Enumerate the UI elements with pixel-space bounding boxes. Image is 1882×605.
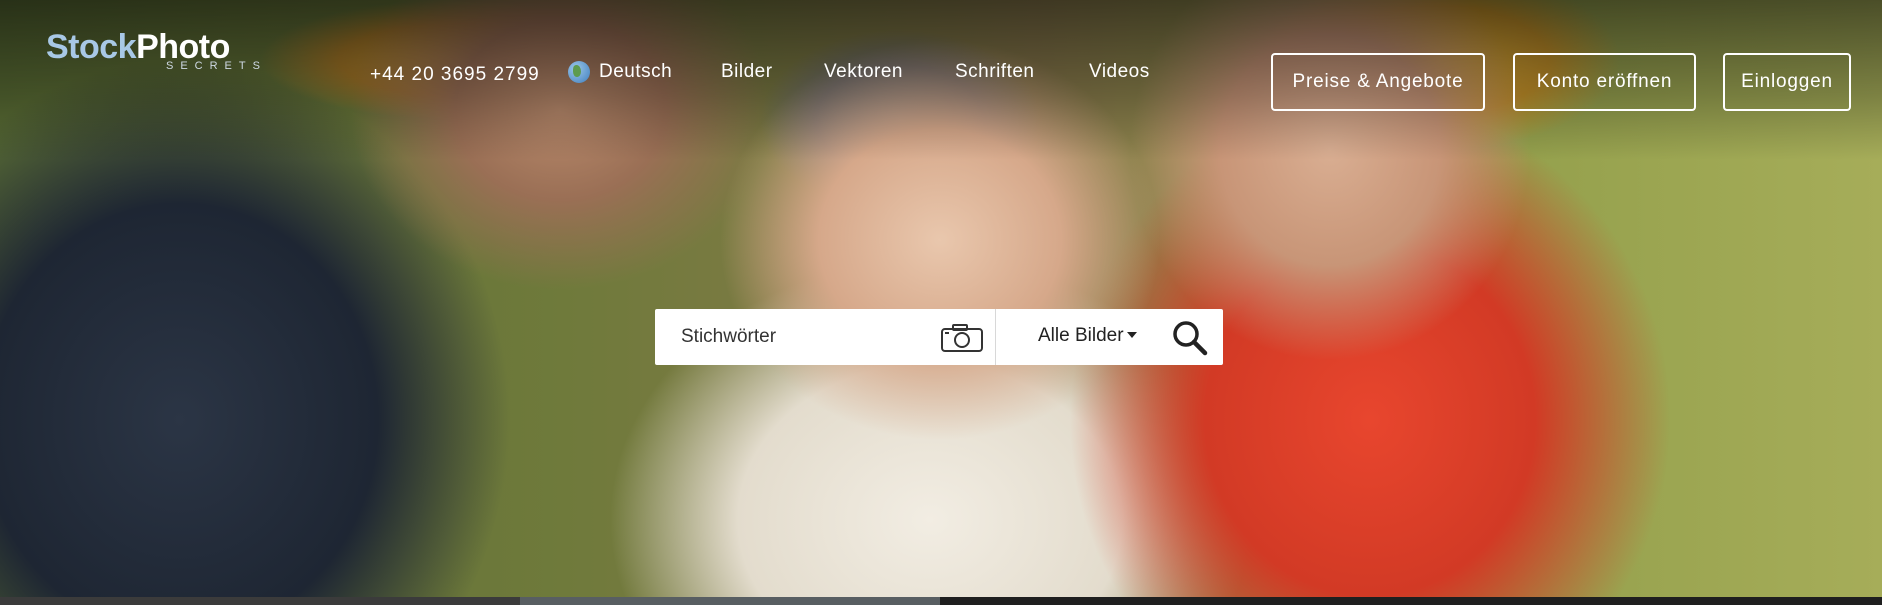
globe-icon bbox=[568, 61, 590, 83]
dropdown-value: Alle Bilder bbox=[1038, 325, 1124, 346]
logo[interactable]: StockPhoto SECRETS bbox=[46, 30, 267, 72]
pricing-button[interactable]: Preise & Angebote bbox=[1271, 53, 1485, 111]
search-bar: Alle Bilder bbox=[655, 309, 1223, 365]
nav-link-schriften[interactable]: Schriften bbox=[955, 61, 1034, 83]
bottom-strip bbox=[0, 597, 1882, 605]
search-icon[interactable] bbox=[1171, 319, 1209, 362]
phone-number[interactable]: +44 20 3695 2799 bbox=[370, 64, 540, 86]
image-type-dropdown[interactable]: Alle Bilder bbox=[1038, 325, 1137, 347]
logo-stock: Stock bbox=[46, 28, 137, 66]
nav-link-bilder[interactable]: Bilder bbox=[721, 61, 773, 83]
nav-link-vektoren[interactable]: Vektoren bbox=[824, 61, 903, 83]
search-divider bbox=[995, 309, 996, 365]
nav-link-videos[interactable]: Videos bbox=[1089, 61, 1150, 83]
language-selector[interactable]: Deutsch bbox=[568, 61, 672, 83]
camera-icon[interactable] bbox=[940, 323, 984, 358]
search-input[interactable] bbox=[679, 325, 923, 349]
login-button[interactable]: Einloggen bbox=[1723, 53, 1851, 111]
language-label: Deutsch bbox=[599, 61, 673, 82]
chevron-down-icon bbox=[1126, 332, 1137, 338]
signup-button[interactable]: Konto eröffnen bbox=[1513, 53, 1696, 111]
logo-subtitle: SECRETS bbox=[166, 60, 267, 72]
